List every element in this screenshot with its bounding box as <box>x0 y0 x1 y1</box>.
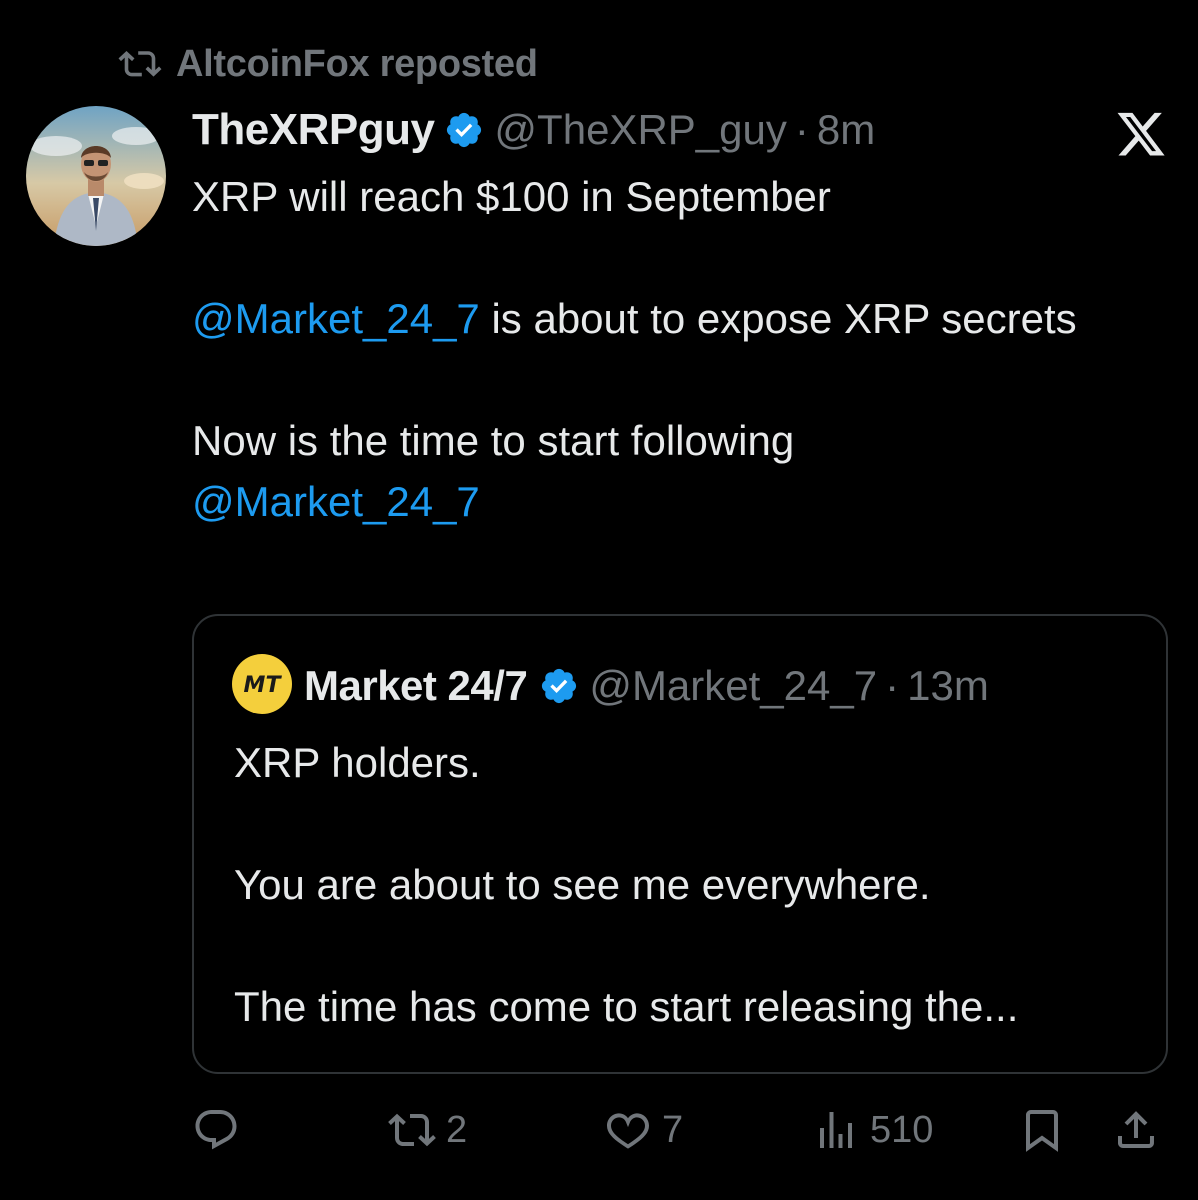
tweet-line: is about to expose XRP secrets <box>479 295 1077 342</box>
x-logo-icon <box>1114 108 1168 156</box>
like-count: 7 <box>662 1108 684 1151</box>
quoted-line: XRP holders. <box>234 739 481 786</box>
heart-icon <box>604 1106 652 1154</box>
action-bar: 2 7 510 <box>192 1100 1168 1160</box>
quoted-tweet-text: XRP holders. You are about to see me eve… <box>234 732 1134 1037</box>
quoted-tweet-header: MT Market 24/7 @Market_24_7 · 13m <box>232 653 989 719</box>
repost-label: AltcoinFox reposted <box>176 42 538 85</box>
separator-dot: · <box>794 106 809 153</box>
bookmark-button[interactable] <box>1018 1100 1066 1160</box>
like-button[interactable]: 7 <box>604 1100 683 1160</box>
author-name[interactable]: TheXRPguy <box>192 105 435 155</box>
repost-count: 2 <box>446 1108 468 1151</box>
views-icon <box>812 1106 860 1154</box>
tweet-text: XRP will reach $100 in September @Market… <box>192 166 1092 532</box>
views-count: 510 <box>870 1108 934 1151</box>
repost-icon <box>388 1106 436 1154</box>
bookmark-icon <box>1018 1106 1066 1154</box>
mention-link[interactable]: @Market_24_7 <box>192 478 480 525</box>
tweet-line: XRP will reach $100 in September <box>192 173 831 220</box>
tweet-header: TheXRPguy @TheXRP_guy · 8m <box>192 100 875 160</box>
separator-dot: · <box>885 662 900 709</box>
mention-link[interactable]: @Market_24_7 <box>192 295 480 342</box>
verified-badge-icon <box>444 110 484 150</box>
reply-button[interactable] <box>192 1100 240 1160</box>
repost-button[interactable]: 2 <box>388 1100 467 1160</box>
avatar[interactable] <box>26 106 166 246</box>
share-icon <box>1112 1106 1160 1154</box>
tweet-timestamp[interactable]: 8m <box>817 106 875 154</box>
verified-badge-icon <box>539 666 579 706</box>
reply-icon <box>192 1106 240 1154</box>
author-handle[interactable]: @TheXRP_guy <box>494 106 786 154</box>
quoted-avatar[interactable]: MT <box>232 653 292 719</box>
repost-context[interactable]: AltcoinFox reposted <box>118 38 538 90</box>
views-button[interactable]: 510 <box>812 1100 933 1160</box>
quoted-line: The time has come to start releasing the… <box>234 983 1019 1030</box>
tweet-line: Now is the time to start following <box>192 417 795 464</box>
quoted-author-name[interactable]: Market 24/7 <box>304 662 528 710</box>
svg-text:MT: MT <box>244 673 283 698</box>
share-button[interactable] <box>1112 1100 1160 1160</box>
repost-icon <box>118 44 162 85</box>
quoted-author-handle[interactable]: @Market_24_7 <box>589 662 877 710</box>
quoted-line: You are about to see me everywhere. <box>234 861 931 908</box>
quoted-tweet-timestamp[interactable]: 13m <box>907 662 989 710</box>
